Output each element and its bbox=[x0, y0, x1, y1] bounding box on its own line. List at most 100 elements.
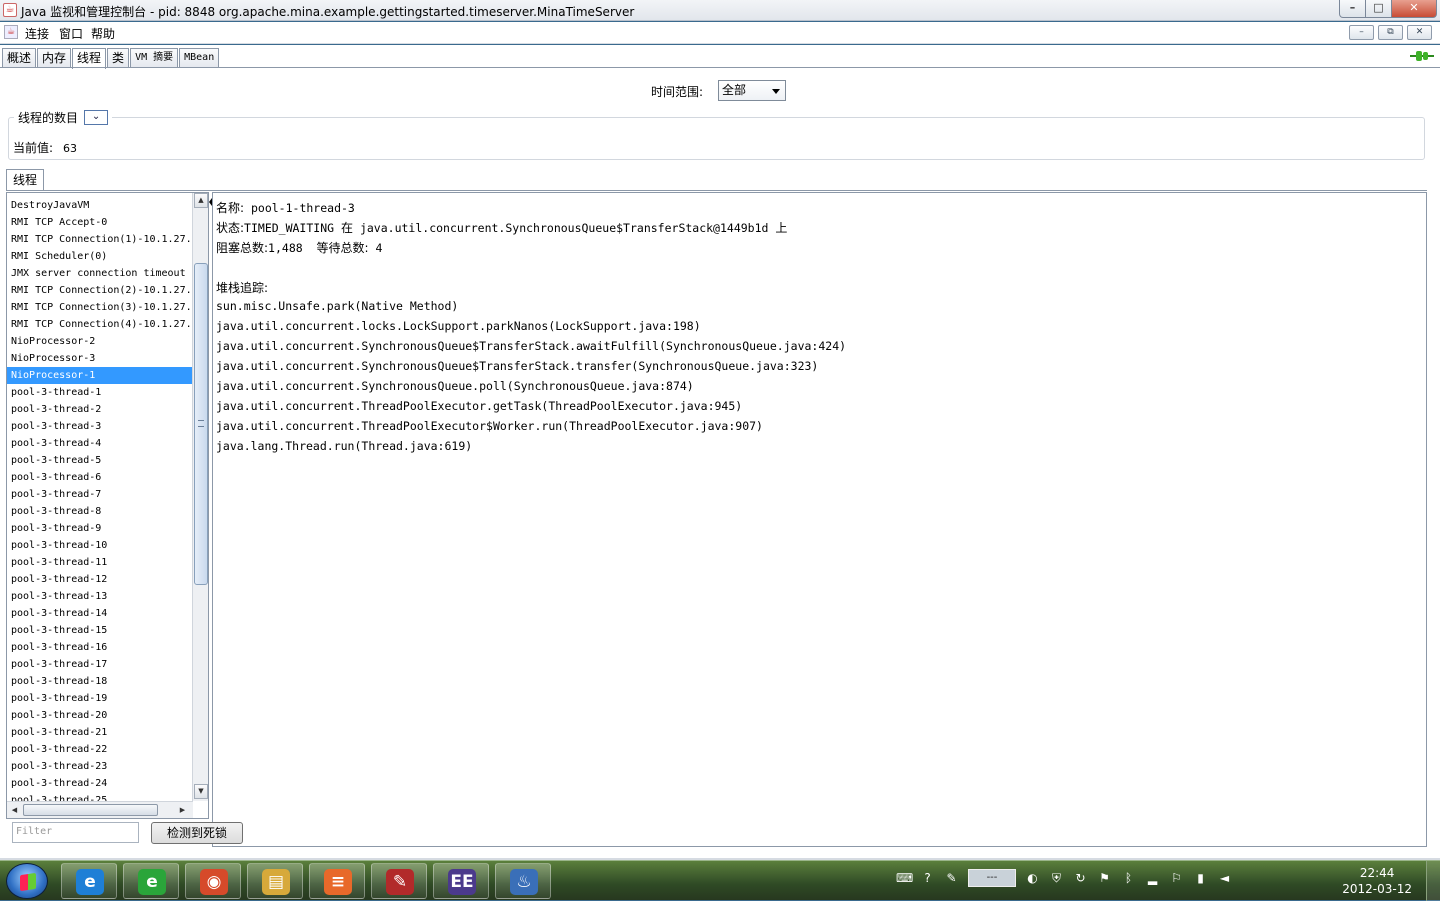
thread-list-item[interactable]: RMI TCP Accept-0 bbox=[7, 214, 192, 231]
update-icon[interactable]: ↻ bbox=[1073, 871, 1088, 886]
thread-list-item[interactable]: pool-3-thread-23 bbox=[7, 758, 192, 775]
thread-list-item[interactable]: RMI TCP Connection(2)-10.1.27. bbox=[7, 282, 192, 299]
thread-list[interactable]: DestroyJavaVM RMI TCP Accept-0 RMI TCP Con… bbox=[6, 192, 209, 819]
window-maximize-button[interactable]: □ bbox=[1366, 0, 1392, 18]
thread-list-item[interactable]: pool-3-thread-14 bbox=[7, 605, 192, 622]
thread-list-vscrollbar[interactable]: ▲ ▼ bbox=[192, 193, 208, 801]
thread-list-item[interactable]: NioProcessor-2 bbox=[7, 333, 192, 350]
taskbar-button[interactable]: e bbox=[61, 863, 117, 899]
inner-close-button[interactable]: ✕ bbox=[1407, 25, 1432, 40]
editor-icon: ✎ bbox=[386, 869, 414, 895]
tab-mbean[interactable]: MBean bbox=[179, 48, 220, 68]
thread-list-item[interactable]: pool-3-thread-17 bbox=[7, 656, 192, 673]
thread-list-item[interactable]: pool-3-thread-16 bbox=[7, 639, 192, 656]
thread-list-item[interactable]: pool-3-thread-8 bbox=[7, 503, 192, 520]
thread-list-item[interactable]: RMI TCP Connection(4)-10.1.27. bbox=[7, 316, 192, 333]
taskbar-button[interactable]: ▤ bbox=[247, 863, 303, 899]
thread-list-item[interactable]: pool-3-thread-5 bbox=[7, 452, 192, 469]
start-button[interactable] bbox=[6, 863, 48, 899]
thread-list-item[interactable]: pool-3-thread-2 bbox=[7, 401, 192, 418]
thread-state-label: 状态: bbox=[216, 221, 245, 235]
window-close-button[interactable]: ✕ bbox=[1392, 0, 1437, 18]
inner-minimize-button[interactable]: – bbox=[1349, 25, 1374, 40]
scroll-down-button[interactable]: ▼ bbox=[194, 784, 208, 799]
keyboard-icon[interactable]: ⌨ bbox=[896, 871, 913, 886]
signal-icon[interactable]: ▂ bbox=[1145, 871, 1160, 886]
taskbar-button[interactable]: e bbox=[123, 863, 179, 899]
menu-window[interactable]: 窗口 bbox=[59, 25, 83, 42]
thread-list-item[interactable]: pool-3-thread-4 bbox=[7, 435, 192, 452]
input-box[interactable]: --- bbox=[968, 869, 1016, 887]
thread-list-item[interactable]: NioProcessor-3 bbox=[7, 350, 192, 367]
scroll-left-button[interactable]: ◀ bbox=[7, 803, 22, 817]
tab-overview[interactable]: 概述 bbox=[2, 48, 37, 68]
thread-list-item[interactable]: pool-3-thread-10 bbox=[7, 537, 192, 554]
help-icon[interactable]: ? bbox=[920, 871, 935, 886]
thread-list-item[interactable]: RMI TCP Connection(1)-10.1.27. bbox=[7, 231, 192, 248]
thread-list-item[interactable]: DestroyJavaVM bbox=[7, 197, 192, 214]
time-range-label: 时间范围: bbox=[651, 85, 704, 99]
thread-list-hscrollbar[interactable]: ◀ ▶ bbox=[7, 801, 193, 818]
battery-icon[interactable]: ▮ bbox=[1193, 871, 1208, 886]
threads-subtab[interactable]: 线程 bbox=[6, 169, 45, 190]
taskbar-button[interactable]: EE bbox=[433, 863, 489, 899]
connection-status-icon[interactable] bbox=[1410, 50, 1434, 62]
volume-icon[interactable]: ◄ bbox=[1217, 871, 1232, 886]
thread-list-item[interactable]: pool-3-thread-24 bbox=[7, 775, 192, 792]
thread-list-item[interactable]: pool-3-thread-21 bbox=[7, 724, 192, 741]
time-range-select[interactable]: 全部 bbox=[718, 80, 786, 101]
scroll-thumb[interactable] bbox=[194, 263, 208, 585]
stack-frame: java.util.concurrent.locks.LockSupport.p… bbox=[216, 319, 701, 333]
thread-list-item[interactable]: pool-3-thread-20 bbox=[7, 707, 192, 724]
thread-list-item[interactable]: pool-3-thread-13 bbox=[7, 588, 192, 605]
action-center-icon[interactable]: ⚐ bbox=[1169, 871, 1184, 886]
thread-list-item[interactable]: pool-3-thread-15 bbox=[7, 622, 192, 639]
thread-list-item[interactable]: pool-3-thread-3 bbox=[7, 418, 192, 435]
thread-list-item[interactable]: pool-3-thread-6 bbox=[7, 469, 192, 486]
show-desktop-button[interactable] bbox=[1426, 861, 1440, 901]
thread-filter-input[interactable]: Filter bbox=[12, 822, 139, 843]
clock[interactable]: 22:44 2012-03-12 bbox=[1342, 865, 1412, 897]
sublime-text-icon: ≡ bbox=[324, 869, 352, 895]
stack-frame: java.util.concurrent.ThreadPoolExecutor$… bbox=[216, 419, 763, 433]
menu-connection[interactable]: 连接 bbox=[25, 25, 49, 42]
thread-list-item[interactable]: pool-3-thread-19 bbox=[7, 690, 192, 707]
thread-list-item[interactable]: JMX server connection timeout bbox=[7, 265, 192, 282]
flag-icon[interactable]: ⚑ bbox=[1097, 871, 1112, 886]
tab-classes[interactable]: 类 bbox=[107, 48, 130, 68]
network-icon[interactable]: ◐ bbox=[1025, 871, 1040, 886]
scroll-right-button[interactable]: ▶ bbox=[175, 803, 190, 817]
clock-date: 2012-03-12 bbox=[1342, 882, 1412, 896]
collapse-toggle-icon[interactable]: ⌄ bbox=[84, 110, 109, 125]
scroll-up-button[interactable]: ▲ bbox=[194, 193, 208, 208]
tab-threads[interactable]: 线程 bbox=[72, 48, 107, 69]
thread-list-item[interactable]: pool-3-thread-1 bbox=[7, 384, 192, 401]
pen-icon[interactable]: ✎ bbox=[944, 871, 959, 886]
thread-list-item[interactable]: NioProcessor-1 bbox=[7, 367, 192, 384]
hscroll-thumb[interactable] bbox=[23, 804, 158, 816]
tab-vm-summary[interactable]: VM 摘要 bbox=[130, 48, 179, 68]
taskbar-button[interactable]: ≡ bbox=[309, 863, 365, 899]
menu-help[interactable]: 帮助 bbox=[91, 25, 115, 42]
shield-icon[interactable]: ⛨ bbox=[1049, 871, 1064, 886]
thread-counts-row: 阻塞总数:1,488 等待总数: 4 bbox=[216, 239, 382, 256]
waited-total-label: 等待总数: bbox=[316, 241, 369, 255]
taskbar-button[interactable]: ♨ bbox=[495, 863, 551, 899]
thread-list-item[interactable]: RMI TCP Connection(3)-10.1.27. bbox=[7, 299, 192, 316]
thread-list-item[interactable]: pool-3-thread-22 bbox=[7, 741, 192, 758]
taskbar-button[interactable]: ✎ bbox=[371, 863, 427, 899]
tab-memory[interactable]: 内存 bbox=[37, 48, 72, 68]
thread-list-item[interactable]: pool-3-thread-18 bbox=[7, 673, 192, 690]
window-minimize-button[interactable]: – bbox=[1339, 0, 1366, 18]
thread-list-item[interactable]: pool-3-thread-12 bbox=[7, 571, 192, 588]
detect-deadlock-button[interactable]: 检测到死锁 bbox=[151, 822, 243, 844]
thread-list-item[interactable]: pool-3-thread-9 bbox=[7, 520, 192, 537]
stack-frame: java.lang.Thread.run(Thread.java:619) bbox=[216, 439, 473, 453]
thread-list-item[interactable]: pool-3-thread-11 bbox=[7, 554, 192, 571]
thread-list-item[interactable]: pool-3-thread-7 bbox=[7, 486, 192, 503]
bluetooth-icon[interactable]: ᛒ bbox=[1121, 871, 1136, 886]
taskbar-button[interactable]: ◉ bbox=[185, 863, 241, 899]
inner-restore-button[interactable]: ⧉ bbox=[1378, 25, 1403, 40]
system-tray: ⌨? ✎ --- ◐ ⛨ ↻ ⚑ ᛒ ▂ ⚐ ▮ ◄ bbox=[896, 869, 1232, 887]
thread-list-item[interactable]: RMI Scheduler(0) bbox=[7, 248, 192, 265]
